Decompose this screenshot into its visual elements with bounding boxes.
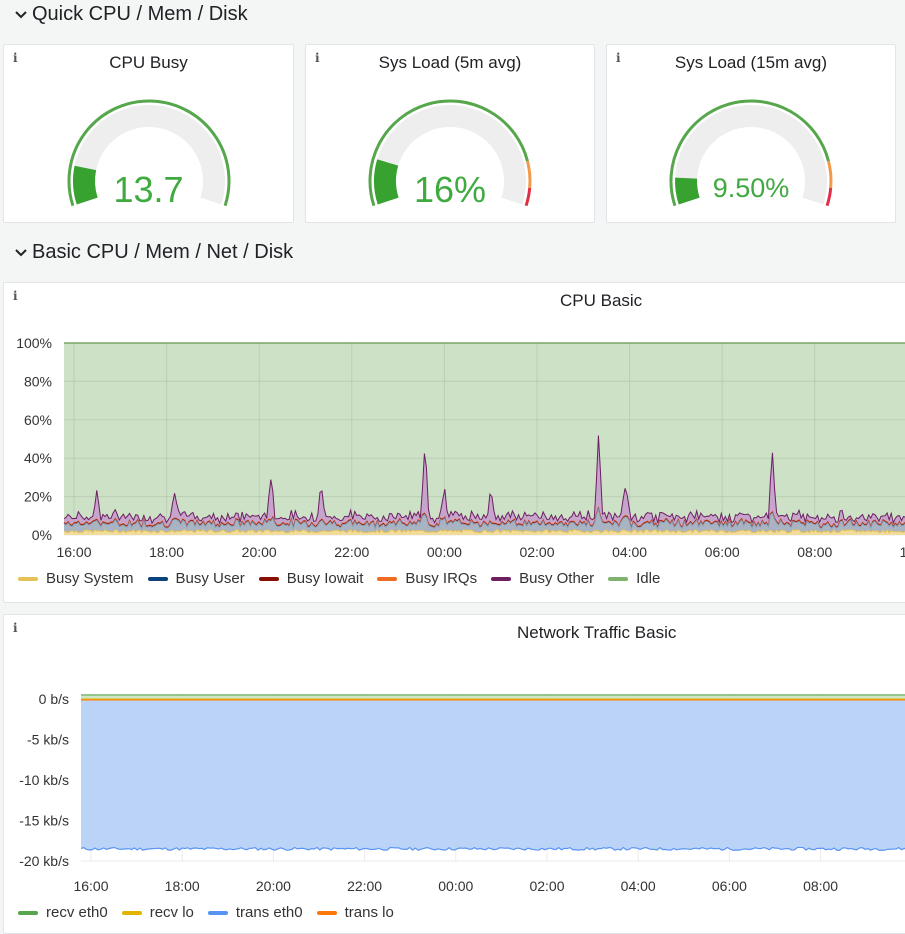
x-tick-label: 02:00: [519, 544, 554, 560]
y-tick-label: -15 kb/s: [19, 813, 69, 829]
row-title: Basic CPU / Mem / Net / Disk: [32, 240, 294, 263]
y-tick-label: 60%: [24, 412, 52, 428]
series-recv-eth0: [81, 694, 905, 699]
legend-item[interactable]: Idle: [608, 570, 660, 587]
row-title: Quick CPU / Mem / Disk: [32, 2, 248, 25]
chart-legend: Busy System Busy User Busy Iowait Busy IRQs…: [18, 570, 660, 587]
series-trans-eth0: [81, 699, 905, 851]
y-tick-label: -10 kb/s: [19, 772, 69, 788]
x-tick-label: 18:00: [165, 878, 200, 894]
gauge-value: 9.50%: [712, 173, 790, 203]
legend-item[interactable]: recv lo: [121, 904, 194, 921]
legend-item[interactable]: trans eth0: [207, 904, 303, 921]
legend-label: Busy Other: [519, 570, 595, 587]
gauge-panel-sys-load-5m: i Sys Load (5m avg) 16%: [305, 44, 595, 223]
y-tick-label: 80%: [24, 373, 52, 389]
x-tick-label: 18:00: [149, 544, 184, 560]
x-tick-label: 04:00: [621, 878, 656, 894]
panel-cpu-basic: i CPU Basic 0% 20% 40% 60% 80% 100% 16:00 18:00…: [3, 282, 905, 603]
chevron-down-icon: [15, 249, 27, 257]
legend-swatch: [316, 910, 337, 915]
legend-item[interactable]: Busy Other: [491, 570, 594, 587]
legend-swatch: [608, 576, 629, 581]
legend-label: Busy Iowait: [286, 570, 364, 587]
x-tick-label: 22:00: [347, 878, 382, 894]
legend-item[interactable]: trans lo: [316, 904, 394, 921]
gauge-value: 13.7: [113, 169, 184, 210]
legend-swatch: [18, 576, 38, 581]
legend-swatch: [207, 910, 228, 915]
x-tick-label: 16:00: [56, 544, 91, 560]
network-traffic-chart[interactable]: 0 b/s -5 kb/s -10 kb/s -15 kb/s -20 kb/s16:0…: [4, 615, 905, 921]
x-tick-label: 08:00: [797, 544, 832, 560]
legend-label: Busy System: [46, 570, 134, 587]
y-tick-label: -5 kb/s: [27, 732, 69, 748]
legend-label: Busy User: [175, 570, 245, 587]
x-tick-label: 06:00: [705, 544, 740, 560]
x-tick-label: 04:00: [612, 544, 647, 560]
legend-item[interactable]: recv eth0: [18, 904, 108, 921]
legend-swatch: [377, 576, 398, 581]
legend-item[interactable]: Busy System: [18, 570, 134, 587]
legend-item[interactable]: Busy User: [147, 570, 245, 587]
x-tick-label: 20:00: [256, 878, 291, 894]
y-tick-label: 0%: [32, 527, 52, 543]
y-tick-label: 0 b/s: [39, 691, 69, 707]
gauge-value: 16%: [413, 169, 487, 210]
y-tick-label: 40%: [24, 450, 52, 466]
x-tick-label: 10: [900, 544, 905, 560]
panel-network-traffic: i Network Traffic Basic 0 b/s -5 kb/s -10 …: [3, 614, 905, 934]
x-tick-label: 00:00: [427, 544, 462, 560]
x-tick-label: 02:00: [529, 878, 564, 894]
legend-swatch: [18, 910, 38, 915]
x-tick-label: 00:00: [438, 878, 473, 894]
legend-label: Busy IRQs: [405, 570, 478, 587]
legend-swatch: [491, 576, 512, 581]
legend-item[interactable]: Busy IRQs: [377, 570, 477, 587]
chart-legend: recv eth0 recv lo trans eth0 trans lo: [18, 904, 394, 921]
legend-label: trans lo: [344, 904, 394, 921]
chevron-down-icon: [15, 11, 27, 19]
y-tick-label: -20 kb/s: [19, 853, 69, 869]
legend-label: recv eth0: [46, 904, 108, 921]
row-header-basic[interactable]: Basic CPU / Mem / Net / Disk: [0, 238, 293, 266]
row-header-quick[interactable]: Quick CPU / Mem / Disk: [0, 0, 248, 28]
legend-swatch: [121, 910, 142, 915]
x-tick-label: 08:00: [803, 878, 838, 894]
cpu-basic-chart[interactable]: 0% 20% 40% 60% 80% 100% 16:00 18:00 20:00 22:00 00…: [4, 283, 905, 604]
legend-swatch: [258, 576, 279, 581]
y-tick-label: 100%: [16, 335, 52, 351]
x-tick-label: 22:00: [334, 544, 369, 560]
idle-area: [64, 343, 905, 535]
legend-swatch: [147, 576, 168, 581]
y-tick-label: 20%: [24, 489, 52, 505]
x-tick-label: 06:00: [712, 878, 747, 894]
legend-label: recv lo: [149, 904, 194, 921]
gauge-panel-cpu-busy: i CPU Busy 13.7: [3, 44, 294, 223]
gauge-panel-sys-load-15m: i Sys Load (15m avg) 9.50%: [606, 44, 896, 223]
legend-label: trans eth0: [235, 904, 303, 921]
legend-label: Idle: [636, 570, 661, 587]
x-tick-label: 16:00: [73, 878, 108, 894]
x-tick-label: 20:00: [242, 544, 277, 560]
legend-item[interactable]: Busy Iowait: [258, 570, 364, 587]
